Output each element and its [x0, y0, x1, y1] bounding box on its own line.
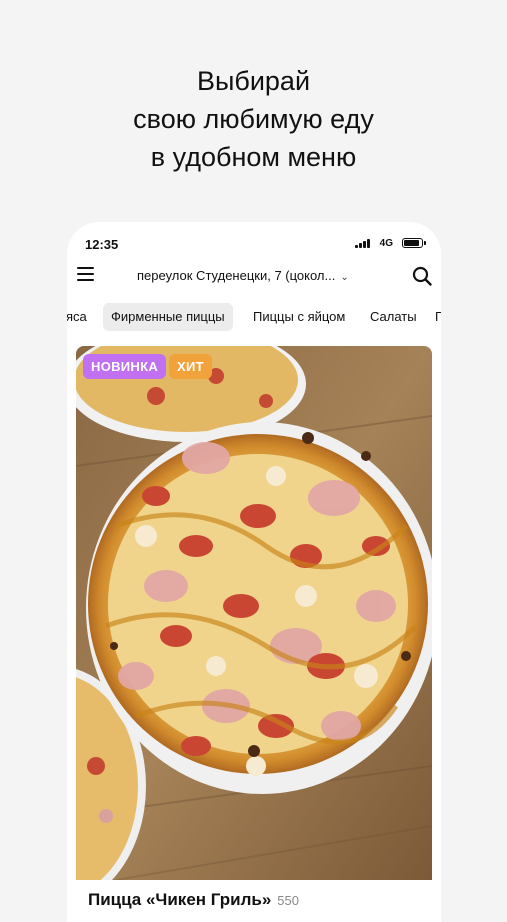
- hamburger-menu-icon[interactable]: [77, 267, 94, 281]
- badge-new: НОВИНКА: [83, 354, 167, 379]
- tab-salads[interactable]: Салаты: [362, 303, 425, 331]
- headline-line-1: Выбирай: [196, 66, 311, 96]
- status-time: 12:35: [85, 237, 119, 252]
- tab-pizzas-with-egg[interactable]: Пиццы с яйцом: [245, 303, 353, 331]
- tab-next[interactable]: Г: [427, 303, 441, 331]
- headline-line-3: в удобном меню: [150, 142, 357, 172]
- product-badges: НОВИНКА ХИТ: [83, 354, 215, 379]
- badge-hit: ХИТ: [169, 354, 212, 379]
- network-type: 4G: [379, 238, 393, 249]
- tab-signature-pizzas[interactable]: Фирменные пиццы: [103, 303, 233, 331]
- phone-screen: 12:35 4G переулок Студенецки, 7 (цокол..…: [67, 222, 441, 922]
- headline-line-2: свою любимую еду: [133, 104, 374, 134]
- headline: Выбирай свою любимую еду в удобном меню: [0, 62, 507, 176]
- product-photo: [76, 346, 432, 880]
- tab-meat[interactable]: мяса: [67, 303, 95, 331]
- category-tabs: мяса Фирменные пиццы Пиццы с яйцом Салат…: [67, 300, 441, 334]
- battery-icon: [402, 238, 426, 248]
- search-icon[interactable]: [411, 265, 433, 287]
- product-weight: 550: [277, 893, 299, 908]
- product-title: Пицца «Чикен Гриль» 550: [88, 890, 299, 910]
- chevron-down-icon: ⌄: [340, 272, 349, 283]
- app-bar: переулок Студенецки, 7 (цокол... ⌄: [67, 260, 441, 294]
- product-card[interactable]: НОВИНКА ХИТ Пицца «Чикен Гриль» 550: [76, 346, 432, 922]
- address-selector[interactable]: переулок Студенецки, 7 (цокол... ⌄: [137, 268, 349, 283]
- address-text: переулок Студенецки, 7 (цокол...: [137, 268, 336, 283]
- signal-icon: [355, 238, 371, 248]
